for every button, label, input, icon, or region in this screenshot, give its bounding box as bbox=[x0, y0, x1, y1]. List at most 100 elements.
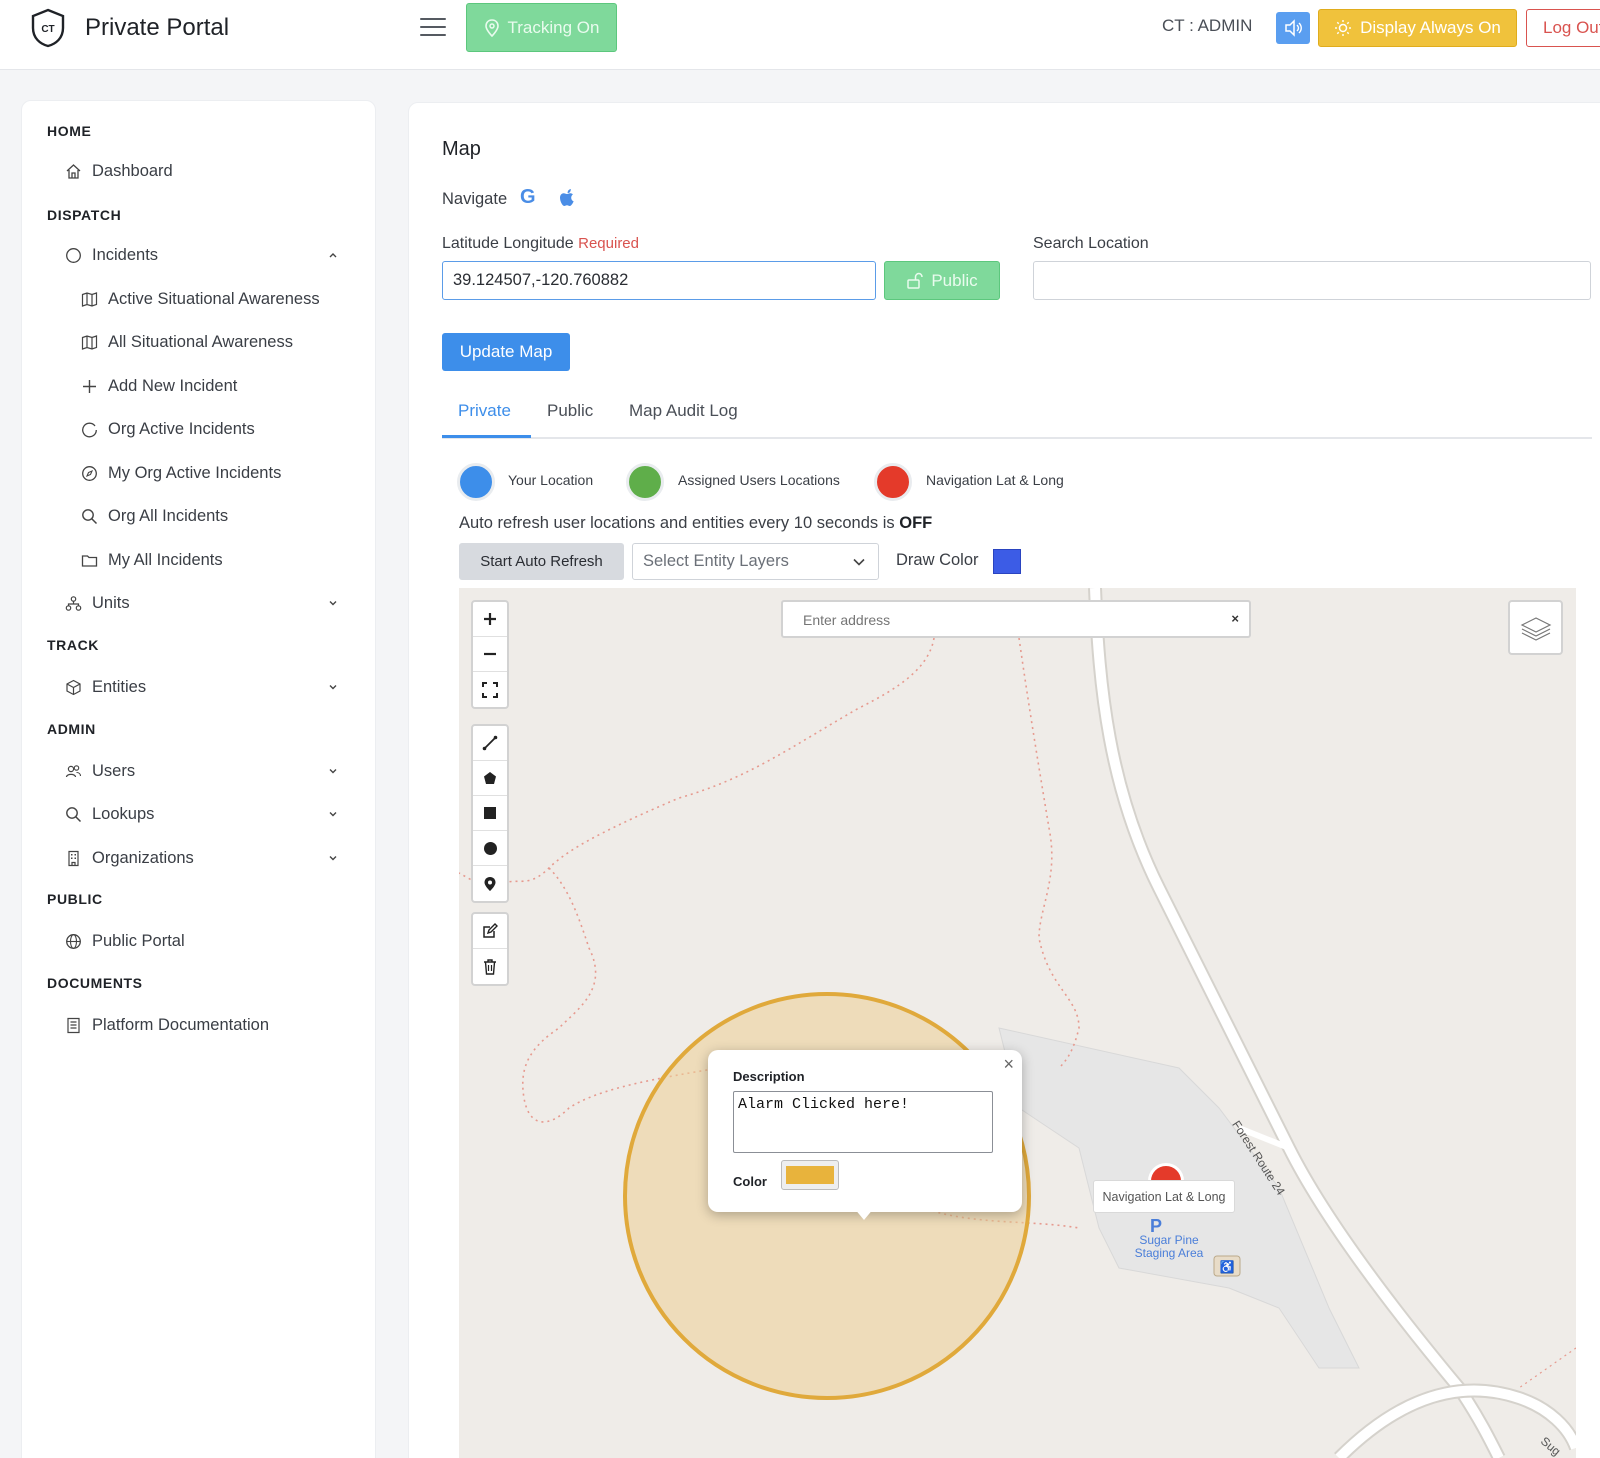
sidebar-item-org-active-incidents[interactable]: Org Active Incidents bbox=[80, 415, 339, 443]
zoom-out-button[interactable] bbox=[473, 637, 507, 672]
legend-dot-your-location bbox=[457, 463, 495, 501]
draw-rectangle-button[interactable] bbox=[473, 796, 507, 831]
sidebar-item-active-situational-awareness[interactable]: Active Situational Awareness bbox=[80, 285, 339, 313]
speaker-button[interactable] bbox=[1276, 12, 1310, 44]
tab-map-audit-log[interactable]: Map Audit Log bbox=[629, 401, 738, 421]
sidebar-item-label: Public Portal bbox=[92, 931, 185, 950]
home-icon bbox=[64, 162, 82, 180]
apple-icon[interactable] bbox=[558, 188, 576, 208]
polygon-icon bbox=[484, 772, 496, 784]
map-canvas[interactable]: ♿ × Navigation Lat & Long P Sugar Pine S… bbox=[459, 588, 1576, 1458]
brand-title: Private Portal bbox=[85, 14, 230, 41]
display-label: Display Always On bbox=[1360, 18, 1501, 37]
circle-icon bbox=[64, 246, 82, 264]
draw-polyline-button[interactable] bbox=[473, 726, 507, 761]
section-admin: ADMIN bbox=[47, 721, 96, 737]
auto-refresh-state: OFF bbox=[899, 514, 933, 532]
users-icon bbox=[64, 762, 82, 780]
hamburger-menu-icon[interactable] bbox=[420, 18, 446, 38]
sidebar-item-dashboard[interactable]: Dashboard bbox=[64, 157, 339, 185]
poi-label: Sugar Pine Staging Area bbox=[1134, 1233, 1204, 1260]
sidebar-item-users[interactable]: Users bbox=[64, 757, 339, 785]
zoom-controls bbox=[471, 600, 509, 709]
shield-logo-icon: CT bbox=[31, 8, 65, 48]
tab-public[interactable]: Public bbox=[547, 401, 593, 421]
sidebar-item-units[interactable]: Units bbox=[64, 589, 339, 617]
popup-tip bbox=[854, 1208, 874, 1220]
sidebar-item-label: Users bbox=[92, 761, 136, 780]
trash-icon bbox=[484, 958, 496, 975]
edit-layers-button[interactable] bbox=[473, 914, 507, 949]
layers-toggle-button[interactable] bbox=[1508, 600, 1563, 655]
sidebar-item-incidents[interactable]: Incidents bbox=[64, 241, 339, 269]
delete-layers-button[interactable] bbox=[473, 949, 507, 984]
fullscreen-icon bbox=[482, 681, 498, 698]
minus-icon bbox=[484, 652, 496, 656]
legend-dot-assigned-users bbox=[626, 463, 664, 501]
plus-icon bbox=[484, 613, 496, 625]
circle-icon bbox=[483, 841, 497, 855]
sidebar-item-label: Dashboard bbox=[92, 161, 173, 180]
draw-circle-button[interactable] bbox=[473, 831, 507, 866]
description-textarea[interactable]: Alarm Clicked here! bbox=[733, 1091, 993, 1153]
hierarchy-icon bbox=[64, 594, 82, 612]
legend-label-your-location: Your Location bbox=[508, 472, 594, 488]
section-documents: DOCUMENTS bbox=[47, 975, 143, 991]
google-icon[interactable]: G bbox=[520, 186, 536, 209]
draw-marker-button[interactable] bbox=[473, 866, 507, 901]
sidebar-item-my-org-active-incidents[interactable]: My Org Active Incidents bbox=[80, 459, 339, 487]
legend-label-navigation: Navigation Lat & Long bbox=[926, 472, 1064, 488]
draw-polygon-button[interactable] bbox=[473, 761, 507, 796]
required-label: Required bbox=[578, 235, 639, 252]
sidebar-item-public-portal[interactable]: Public Portal bbox=[64, 927, 339, 955]
rectangle-icon bbox=[484, 807, 496, 819]
latlong-input[interactable] bbox=[442, 261, 876, 300]
chevron-down-icon bbox=[327, 681, 339, 693]
search-location-input[interactable] bbox=[1033, 261, 1591, 300]
tab-private[interactable]: Private bbox=[458, 401, 511, 421]
sidebar-item-label: Active Situational Awareness bbox=[108, 289, 320, 308]
sidebar-item-lookups[interactable]: Lookups bbox=[64, 800, 339, 828]
edit-icon bbox=[483, 923, 498, 938]
section-home: HOME bbox=[47, 123, 92, 139]
auto-refresh-text: Auto refresh user locations and entities… bbox=[459, 514, 895, 532]
sidebar-item-add-new-incident[interactable]: Add New Incident bbox=[80, 372, 339, 400]
sidebar-item-platform-documentation[interactable]: Platform Documentation bbox=[64, 1011, 339, 1039]
draw-color-label: Draw Color bbox=[896, 551, 979, 569]
sidebar: HOME Dashboard DISPATCH Incidents Active… bbox=[21, 100, 376, 1458]
public-toggle-button[interactable]: Public bbox=[884, 261, 1000, 300]
chevron-down-icon bbox=[327, 765, 339, 777]
marker-icon bbox=[484, 876, 496, 891]
sidebar-item-all-situational-awareness[interactable]: All Situational Awareness bbox=[80, 328, 339, 356]
svg-text:♿: ♿ bbox=[1220, 1260, 1235, 1274]
chevron-down-icon bbox=[853, 558, 865, 566]
draw-color-swatch[interactable] bbox=[993, 549, 1021, 574]
start-auto-refresh-button[interactable]: Start Auto Refresh bbox=[459, 543, 624, 580]
sidebar-item-entities[interactable]: Entities bbox=[64, 673, 339, 701]
chevron-down-icon bbox=[327, 808, 339, 820]
page-title: Map bbox=[442, 138, 481, 160]
sidebar-item-label: Organizations bbox=[92, 848, 194, 867]
display-always-on-button[interactable]: Display Always On bbox=[1318, 9, 1517, 47]
sidebar-item-label: My All Incidents bbox=[108, 550, 223, 569]
entity-layers-select[interactable]: Select Entity Layers bbox=[632, 543, 879, 580]
address-clear-icon[interactable]: × bbox=[1231, 611, 1239, 626]
sidebar-item-my-all-incidents[interactable]: My All Incidents bbox=[80, 546, 339, 574]
location-pin-icon bbox=[484, 18, 499, 37]
color-picker[interactable] bbox=[781, 1160, 839, 1190]
address-input[interactable] bbox=[793, 606, 1223, 634]
close-icon[interactable]: × bbox=[1003, 1054, 1014, 1075]
sidebar-item-label: Incidents bbox=[92, 245, 159, 264]
search-location-label: Search Location bbox=[1033, 235, 1149, 252]
zoom-in-button[interactable] bbox=[473, 602, 507, 637]
draw-controls bbox=[471, 724, 509, 903]
fullscreen-button[interactable] bbox=[473, 672, 507, 707]
update-map-button[interactable]: Update Map bbox=[442, 333, 570, 371]
tracking-button[interactable]: Tracking On bbox=[466, 3, 617, 52]
sidebar-item-org-all-incidents[interactable]: Org All Incidents bbox=[80, 502, 339, 530]
section-public: PUBLIC bbox=[47, 891, 103, 907]
plus-icon bbox=[80, 377, 98, 395]
logout-button[interactable]: Log Out bbox=[1526, 9, 1600, 47]
sidebar-item-organizations[interactable]: Organizations bbox=[64, 844, 339, 872]
tracking-label: Tracking On bbox=[507, 17, 600, 37]
